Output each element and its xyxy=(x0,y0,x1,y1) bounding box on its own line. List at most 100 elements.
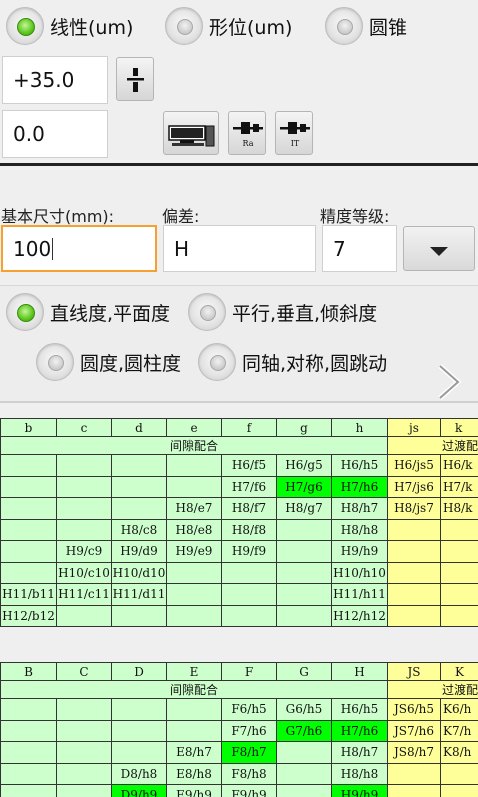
fit-cell xyxy=(56,604,112,627)
fit-cell xyxy=(387,561,441,584)
fit-cell[interactable]: H8/e7 xyxy=(166,497,222,520)
fit-cell[interactable]: H7/f6 xyxy=(221,475,277,498)
fit-cell[interactable]: H10/c10 xyxy=(56,561,112,584)
fit-cell[interactable]: H6/k xyxy=(440,454,478,477)
deviation-input[interactable]: H xyxy=(163,225,316,272)
table-row: D8/h8 E8/h8 F8/h8 H8/h8 xyxy=(0,762,478,785)
group-header-row: 间隙配合 过渡配 xyxy=(0,680,478,699)
fit-cell[interactable]: H8/c8 xyxy=(111,518,167,541)
fit-cell[interactable]: H9/c9 xyxy=(56,540,112,563)
fraction-button[interactable] xyxy=(116,57,154,101)
fit-cell[interactable]: H12/h12 xyxy=(331,604,388,627)
fit-cell[interactable]: H9/h9 xyxy=(331,540,388,563)
fit-cell[interactable]: H7/k xyxy=(440,475,478,498)
fit-cell[interactable]: D9/h9 xyxy=(111,784,167,797)
fit-cell[interactable]: JS8/h7 xyxy=(387,741,441,764)
fit-cell[interactable]: H7/g6 xyxy=(276,475,332,498)
fit-cell[interactable]: H9/d9 xyxy=(111,540,167,563)
radio-form-position-label: 形位(um) xyxy=(209,16,293,39)
column-header: h xyxy=(331,418,388,437)
fit-cell[interactable]: H6/h5 xyxy=(331,454,388,477)
radio-coaxiality[interactable]: 同轴,对称,圆跳动 xyxy=(198,342,387,382)
fit-cell[interactable]: F6/h5 xyxy=(221,698,277,721)
radio-roundness[interactable]: 圆度,圆柱度 xyxy=(36,342,181,382)
table-row: H8/c8 H8/e8 H8/f8 H8/h8 xyxy=(0,518,478,541)
fit-cell[interactable]: H10/h10 xyxy=(331,561,388,584)
fit-cell[interactable]: H12/b12 xyxy=(0,604,57,627)
grade-label: 精度等级: xyxy=(320,207,390,226)
fit-cell[interactable]: F7/h6 xyxy=(221,719,277,742)
fit-cell[interactable]: H10/d10 xyxy=(111,561,167,584)
it-button[interactable]: IT xyxy=(275,111,313,155)
fit-cell[interactable]: H8/f7 xyxy=(221,497,277,520)
fit-cell[interactable]: K7/h xyxy=(440,719,478,742)
fit-cell[interactable]: F8/h8 xyxy=(221,762,277,785)
fit-cell[interactable]: H11/c11 xyxy=(56,583,112,606)
fit-cell[interactable]: E8/h7 xyxy=(166,741,222,764)
fit-cell xyxy=(440,540,478,563)
fit-cell[interactable]: H8/e8 xyxy=(166,518,222,541)
fit-cell[interactable]: H11/h11 xyxy=(331,583,388,606)
basic-size-input[interactable]: 100 xyxy=(1,225,157,272)
upper-deviation-field[interactable]: +35.0 xyxy=(2,56,108,104)
chevron-right-icon[interactable] xyxy=(436,362,462,402)
fit-cell[interactable]: H11/b11 xyxy=(0,583,57,606)
radio-linear[interactable]: 线性(um) xyxy=(6,6,133,46)
fit-cell[interactable]: E9/h9 xyxy=(166,784,222,797)
fit-cell[interactable]: H8/h8 xyxy=(331,762,388,785)
fit-cell[interactable]: H8/g7 xyxy=(276,497,332,520)
fit-cell[interactable]: H9/e9 xyxy=(166,540,222,563)
radio-cone-label: 圆锥 xyxy=(369,16,408,39)
fit-cell[interactable]: H8/h8 xyxy=(331,518,388,541)
fit-cell[interactable]: H8/h7 xyxy=(331,497,388,520)
fit-cell[interactable]: D8/h8 xyxy=(111,762,167,785)
ra-button[interactable]: Ra xyxy=(228,111,266,155)
fit-cell xyxy=(387,604,441,627)
fit-cell[interactable]: G7/h6 xyxy=(276,719,332,742)
fit-cell[interactable]: H8/h7 xyxy=(331,741,388,764)
fit-cell xyxy=(166,719,222,742)
fit-cell[interactable]: F9/h9 xyxy=(221,784,277,797)
grade-dropdown-button[interactable] xyxy=(403,226,475,271)
clearance-fit-group: 间隙配合 xyxy=(0,436,388,455)
fit-cell[interactable]: JS7/h6 xyxy=(387,719,441,742)
fit-cell[interactable]: K6/h xyxy=(440,698,478,721)
grade-input[interactable]: 7 xyxy=(322,225,397,272)
lower-deviation-field[interactable]: 0.0 xyxy=(2,110,108,158)
fit-cell[interactable]: E8/h8 xyxy=(166,762,222,785)
fit-cell xyxy=(56,698,112,721)
radio-form-position[interactable]: 形位(um) xyxy=(165,6,292,46)
fit-cell xyxy=(0,719,57,742)
text-cursor xyxy=(52,237,54,260)
fit-cell[interactable]: K8/h xyxy=(440,741,478,764)
fit-cell[interactable]: H9/h9 xyxy=(331,784,388,797)
fit-cell[interactable]: H6/js5 xyxy=(387,454,441,477)
fit-cell[interactable]: G6/h5 xyxy=(276,698,332,721)
fit-cell xyxy=(276,741,332,764)
radio-straightness[interactable]: 直线度,平面度 xyxy=(6,292,170,332)
fit-cell[interactable]: H6/h5 xyxy=(331,698,388,721)
fit-cell xyxy=(0,454,57,477)
radio-parallelism[interactable]: 平行,垂直,倾斜度 xyxy=(188,292,377,332)
fit-cell[interactable]: H6/g5 xyxy=(276,454,332,477)
fit-cell[interactable]: H7/h6 xyxy=(331,719,388,742)
fit-cell[interactable]: H9/f9 xyxy=(221,540,277,563)
column-header: g xyxy=(276,418,332,437)
fit-cell[interactable]: F8/h7 xyxy=(221,741,277,764)
fit-cell[interactable]: H7/h6 xyxy=(331,475,388,498)
fit-cell xyxy=(221,583,277,606)
fit-cell xyxy=(166,583,222,606)
fit-cell[interactable]: H8/k xyxy=(440,497,478,520)
column-header: JS xyxy=(387,662,441,681)
radio-cone[interactable]: 圆锥 xyxy=(325,6,407,46)
fit-cell[interactable]: JS6/h5 xyxy=(387,698,441,721)
fit-cell[interactable]: H8/js7 xyxy=(387,497,441,520)
fit-cell[interactable]: H7/js6 xyxy=(387,475,441,498)
fit-cell[interactable]: H6/f5 xyxy=(221,454,277,477)
column-header: H xyxy=(331,662,388,681)
computer-button[interactable] xyxy=(163,111,219,155)
fit-cell[interactable]: H11/d11 xyxy=(111,583,167,606)
column-header: B xyxy=(0,662,57,681)
fit-cell xyxy=(166,454,222,477)
fit-cell[interactable]: H8/f8 xyxy=(221,518,277,541)
